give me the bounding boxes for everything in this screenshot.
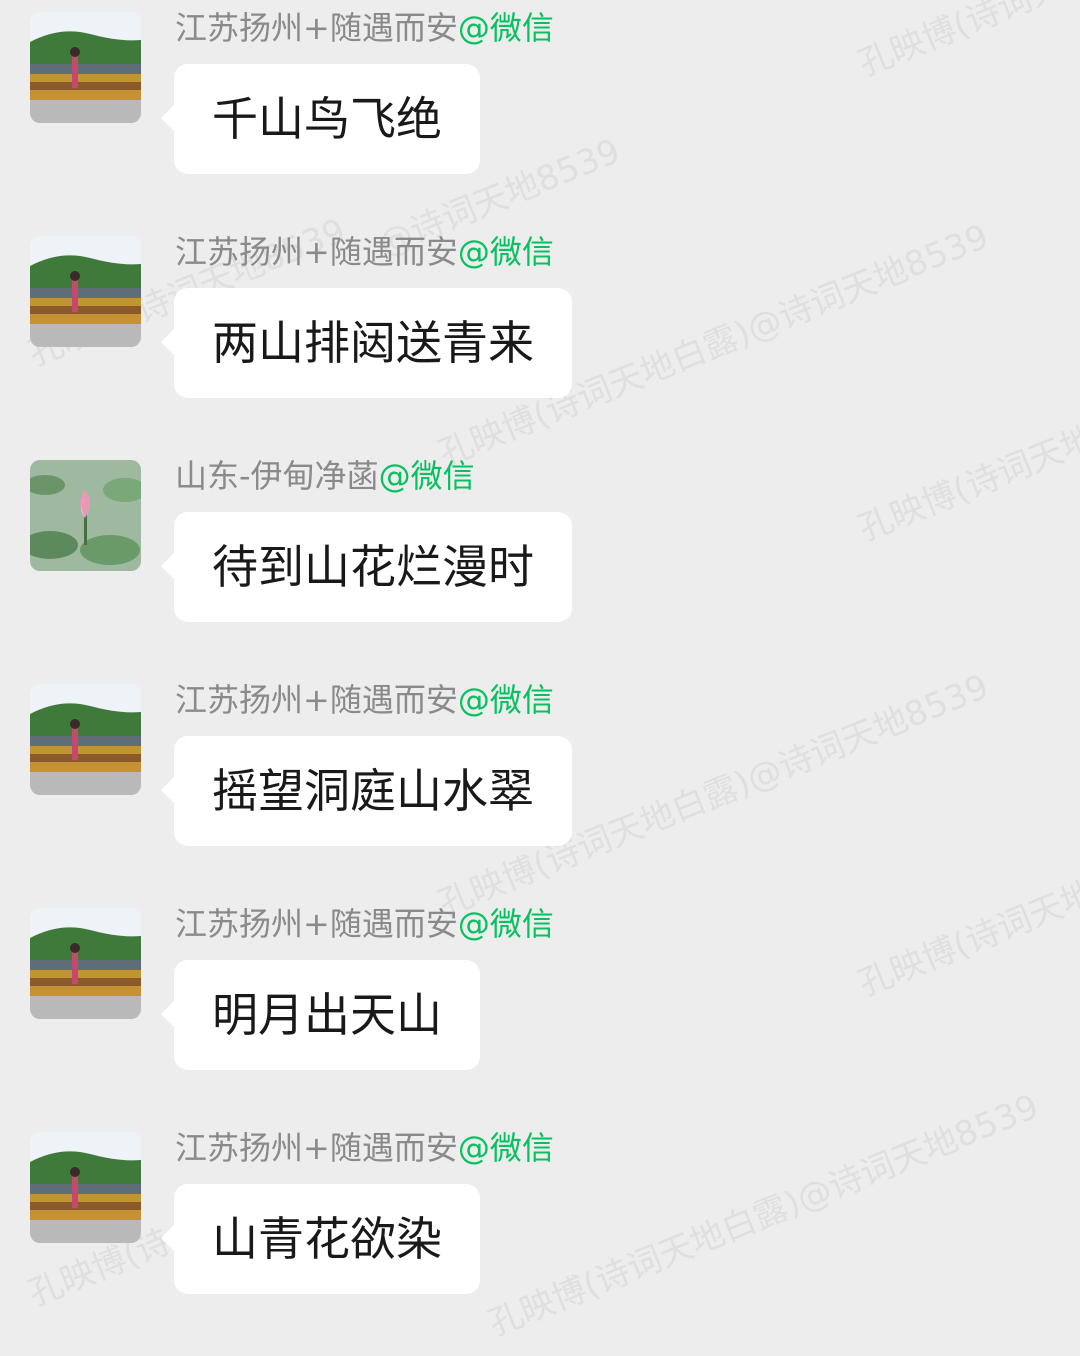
landscape-avatar[interactable]: [30, 1132, 141, 1243]
chat-message: 山东-伊甸净菡@微信 待到山花烂漫时: [0, 457, 1080, 684]
sender-name: 江苏扬州+随遇而安@微信: [175, 1128, 554, 1168]
chat-message: 江苏扬州+随遇而安@微信 明月出天山: [0, 905, 1080, 1132]
sender-label: 江苏扬州+随遇而安: [175, 9, 458, 47]
lotus-avatar[interactable]: [30, 460, 141, 571]
landscape-avatar[interactable]: [30, 236, 141, 347]
landscape-avatar[interactable]: [30, 12, 141, 123]
sender-label: 江苏扬州+随遇而安: [175, 905, 458, 943]
sender-label: 江苏扬州+随遇而安: [175, 233, 458, 271]
sender-label: 江苏扬州+随遇而安: [175, 1129, 458, 1167]
sender-name: 江苏扬州+随遇而安@微信: [175, 8, 554, 48]
message-bubble[interactable]: 明月出天山: [161, 960, 480, 1070]
sender-name: 江苏扬州+随遇而安@微信: [175, 904, 554, 944]
sender-label: 江苏扬州+随遇而安: [175, 681, 458, 719]
source-tag: @微信: [457, 9, 554, 47]
landscape-avatar[interactable]: [30, 684, 141, 795]
source-tag: @微信: [457, 905, 554, 943]
chat-message: 江苏扬州+随遇而安@微信 千山鸟飞绝: [0, 9, 1080, 236]
sender-label: 山东-伊甸净菡: [175, 457, 379, 495]
source-tag: @微信: [457, 1129, 554, 1167]
sender-name: 江苏扬州+随遇而安@微信: [175, 232, 554, 272]
chat-message: 江苏扬州+随遇而安@微信 摇望洞庭山水翠: [0, 681, 1080, 908]
message-bubble[interactable]: 摇望洞庭山水翠: [161, 736, 572, 846]
source-tag: @微信: [457, 681, 554, 719]
chat-message: 江苏扬州+随遇而安@微信 山青花欲染: [0, 1129, 1080, 1356]
source-tag: @微信: [457, 233, 554, 271]
message-bubble[interactable]: 两山排闼送青来: [161, 288, 572, 398]
source-tag: @微信: [378, 457, 475, 495]
message-bubble[interactable]: 山青花欲染: [161, 1184, 480, 1294]
message-bubble[interactable]: 千山鸟飞绝: [161, 64, 480, 174]
chat-message: 江苏扬州+随遇而安@微信 两山排闼送青来: [0, 233, 1080, 460]
sender-name: 江苏扬州+随遇而安@微信: [175, 680, 554, 720]
landscape-avatar[interactable]: [30, 908, 141, 1019]
message-bubble[interactable]: 待到山花烂漫时: [161, 512, 572, 622]
sender-name: 山东-伊甸净菡@微信: [175, 456, 475, 496]
